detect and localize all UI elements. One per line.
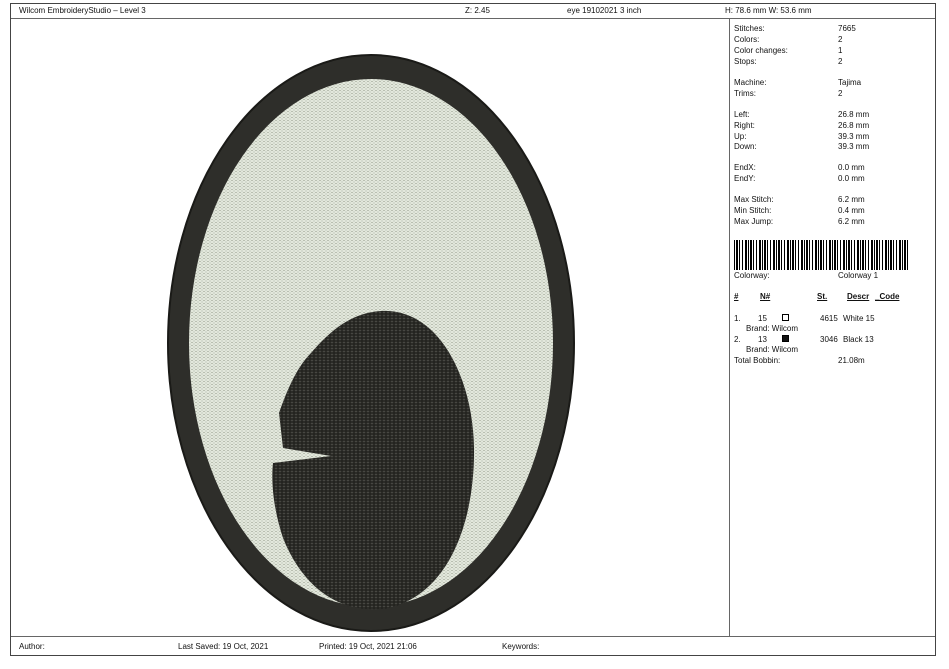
thread-swatch-white xyxy=(782,314,789,321)
thread-num: 1. xyxy=(734,314,741,323)
last-saved: Last Saved: 19 Oct, 2021 xyxy=(178,642,269,651)
design-preview xyxy=(11,18,729,636)
col-header-descr: Descr xyxy=(847,292,870,301)
stat-row: Stitches: 7665 xyxy=(734,24,856,33)
print-preview-sheet: Wilcom EmbroideryStudio – Level 3 Z: 2.4… xyxy=(10,3,936,656)
thread-stitches: 3046 xyxy=(820,335,838,344)
keywords-label: Keywords: xyxy=(502,642,540,651)
thread-needle: 13 xyxy=(758,335,767,344)
stat-row: Up: 39.3 mm xyxy=(734,132,870,141)
thread-needle: 15 xyxy=(758,314,767,323)
barcode xyxy=(734,240,910,270)
stat-row: Min Stitch: 0.4 mm xyxy=(734,206,865,215)
thread-brand: Brand: Wilcom xyxy=(746,324,799,333)
stat-row: Left: 26.8 mm xyxy=(734,110,870,119)
design-dimensions: H: 78.6 mm W: 53.6 mm xyxy=(725,6,812,15)
total-bobbin-value: 21.08m xyxy=(838,356,865,365)
col-header-needle: N# xyxy=(760,292,771,301)
stat-row: Color changes: 1 xyxy=(734,46,843,55)
zoom-level: Z: 2.45 xyxy=(465,6,490,15)
stat-row: Down: 39.3 mm xyxy=(734,142,870,151)
stat-row: Max Stitch: 6.2 mm xyxy=(734,195,865,204)
embroidery-design xyxy=(167,54,575,632)
thread-brand: Brand: Wilcom xyxy=(746,345,799,354)
col-header-stitches: St. xyxy=(817,292,828,301)
thread-swatch-black xyxy=(782,335,789,342)
stat-row: Colors: 2 xyxy=(734,35,843,44)
design-name: eye 19102021 3 inch xyxy=(567,6,642,15)
printed-date: Printed: 19 Oct, 2021 21:06 xyxy=(319,642,417,651)
stat-row: EndY: 0.0 mm xyxy=(734,174,865,183)
stat-row: Trims: 2 xyxy=(734,89,843,98)
author-label: Author: xyxy=(19,642,45,651)
col-header-num: # xyxy=(734,292,739,301)
total-bobbin-label: Total Bobbin: xyxy=(734,356,781,365)
thread-num: 2. xyxy=(734,335,741,344)
stat-row: Machine: Tajima xyxy=(734,78,862,87)
stat-row: EndX: 0.0 mm xyxy=(734,163,865,172)
stat-row: Max Jump: 6.2 mm xyxy=(734,217,865,226)
thread-descr: Black 13 xyxy=(843,335,874,344)
stitch-info-panel: Stitches: 7665 Colors: 2 Color changes: 1 S… xyxy=(729,18,936,636)
stat-row: Stops: 2 xyxy=(734,57,843,66)
app-title: Wilcom EmbroideryStudio – Level 3 xyxy=(19,6,146,15)
thread-stitches: 4615 xyxy=(820,314,838,323)
thread-descr: White 15 xyxy=(843,314,875,323)
stat-row: Right: 26.8 mm xyxy=(734,121,870,130)
colorway-row: Colorway: Colorway 1 xyxy=(734,271,879,280)
header-bar: Wilcom EmbroideryStudio – Level 3 Z: 2.4… xyxy=(11,4,935,19)
col-header-code: _Code xyxy=(875,292,900,301)
footer-bar: Author: Last Saved: 19 Oct, 2021 Printed… xyxy=(11,636,935,656)
